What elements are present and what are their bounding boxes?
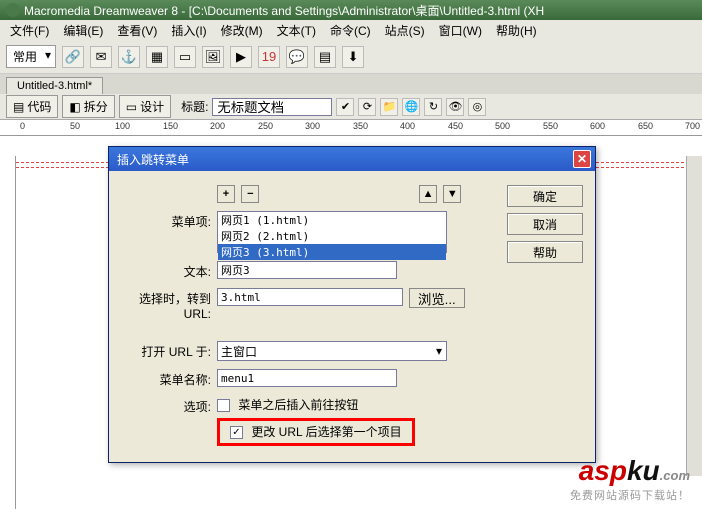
refresh-icon[interactable]: ↻ (424, 98, 442, 116)
insert-jump-menu-dialog: 插入跳转菜单 ✕ + − ▲ ▼ 菜单项: 网页1 (1.html) (108, 146, 596, 463)
preview-icon[interactable]: 🌐 (402, 98, 420, 116)
table-icon[interactable]: ▦ (146, 46, 168, 68)
design-view-button[interactable]: ▭设计 (119, 95, 171, 118)
menu-view[interactable]: 查看(V) (111, 20, 163, 41)
view-options-icon[interactable]: 👁 (446, 98, 464, 116)
anchor-icon[interactable]: ⚓ (118, 46, 140, 68)
openin-select[interactable]: 主窗口 (217, 341, 447, 361)
visual-aids-icon[interactable]: ◎ (468, 98, 486, 116)
move-up-button[interactable]: ▲ (419, 185, 437, 203)
window-titlebar: Macromedia Dreamweaver 8 - [C:\Documents… (0, 0, 702, 20)
menuname-label: 菜单名称: (121, 369, 217, 388)
menu-edit[interactable]: 编辑(E) (57, 20, 109, 41)
add-item-button[interactable]: + (217, 185, 235, 203)
app-icon (6, 3, 20, 17)
comment-icon[interactable]: 💬 (286, 46, 308, 68)
remove-item-button[interactable]: − (241, 185, 259, 203)
move-down-button[interactable]: ▼ (443, 185, 461, 203)
insert-toolbar: 常用 🔗 ✉ ⚓ ▦ ▭ 🖼 ▶ 19 💬 ▤ ⬇ (0, 40, 702, 74)
options-label: 选项: (121, 396, 217, 415)
url-label: 选择时，转到 URL: (121, 288, 217, 321)
menuname-input[interactable] (217, 369, 397, 387)
hyperlink-icon[interactable]: 🔗 (62, 46, 84, 68)
category-select[interactable]: 常用 (6, 45, 56, 68)
vertical-scrollbar[interactable] (686, 156, 702, 476)
close-icon[interactable]: ✕ (573, 150, 591, 168)
opt1-checkbox[interactable] (217, 399, 230, 412)
menuitems-listbox[interactable]: 网页1 (1.html) 网页2 (2.html) 网页3 (3.html) (217, 211, 447, 253)
opt2-checkbox[interactable]: ✓ (230, 426, 243, 439)
email-icon[interactable]: ✉ (90, 46, 112, 68)
openin-label: 打开 URL 于: (121, 341, 217, 360)
text-label: 文本: (121, 261, 217, 280)
code-view-button[interactable]: ▤代码 (6, 95, 58, 118)
horizontal-ruler: 0 50 100 150 200 250 300 350 400 450 500… (0, 120, 702, 136)
dialog-title: 插入跳转菜单 (117, 151, 189, 168)
media-icon[interactable]: ▶ (230, 46, 252, 68)
menu-modify[interactable]: 修改(M) (215, 20, 269, 41)
menu-commands[interactable]: 命令(C) (324, 20, 377, 41)
menu-help[interactable]: 帮助(H) (490, 20, 543, 41)
url-input[interactable] (217, 288, 403, 306)
split-view-button[interactable]: ◧拆分 (62, 95, 114, 118)
ok-button[interactable]: 确定 (507, 185, 583, 207)
menubar: 文件(F) 编辑(E) 查看(V) 插入(I) 修改(M) 文本(T) 命令(C… (0, 20, 702, 40)
list-item[interactable]: 网页2 (2.html) (218, 228, 446, 244)
browse-button[interactable]: 浏览... (409, 288, 465, 308)
image-icon[interactable]: 🖼 (202, 46, 224, 68)
opt1-label: 菜单之后插入前往按钮 (238, 398, 358, 412)
title-input[interactable] (212, 98, 332, 116)
menu-window[interactable]: 窗口(W) (433, 20, 488, 41)
text-input[interactable] (217, 261, 397, 279)
cancel-button[interactable]: 取消 (507, 213, 583, 235)
highlight-box: ✓ 更改 URL 后选择第一个项目 (217, 418, 415, 446)
window-title: Macromedia Dreamweaver 8 - [C:\Documents… (24, 2, 544, 19)
list-item[interactable]: 网页1 (1.html) (218, 212, 446, 228)
template-icon[interactable]: ▤ (314, 46, 336, 68)
menu-text[interactable]: 文本(T) (271, 20, 322, 41)
opt2-label: 更改 URL 后选择第一个项目 (251, 425, 401, 439)
help-button[interactable]: 帮助 (507, 241, 583, 263)
menuitems-label: 菜单项: (121, 211, 217, 230)
menu-file[interactable]: 文件(F) (4, 20, 55, 41)
document-tabs: Untitled-3.html* (0, 74, 702, 94)
title-label: 标题: (181, 98, 208, 115)
validate-icon[interactable]: ✔ (336, 98, 354, 116)
document-tab[interactable]: Untitled-3.html* (6, 77, 103, 94)
browser-check-icon[interactable]: ⟳ (358, 98, 376, 116)
menu-site[interactable]: 站点(S) (379, 20, 431, 41)
list-item[interactable]: 网页3 (3.html) (218, 244, 446, 260)
menu-insert[interactable]: 插入(I) (165, 20, 212, 41)
tag-icon[interactable]: ⬇ (342, 46, 364, 68)
vertical-ruler (0, 156, 16, 509)
watermark: aspku.com 免费网站源码下载站！ (570, 455, 690, 503)
date-icon[interactable]: 19 (258, 46, 280, 68)
dialog-titlebar: 插入跳转菜单 ✕ (109, 147, 595, 171)
layer-icon[interactable]: ▭ (174, 46, 196, 68)
file-mgmt-icon[interactable]: 📁 (380, 98, 398, 116)
document-toolbar: ▤代码 ◧拆分 ▭设计 标题: ✔ ⟳ 📁 🌐 ↻ 👁 ◎ (0, 94, 702, 120)
